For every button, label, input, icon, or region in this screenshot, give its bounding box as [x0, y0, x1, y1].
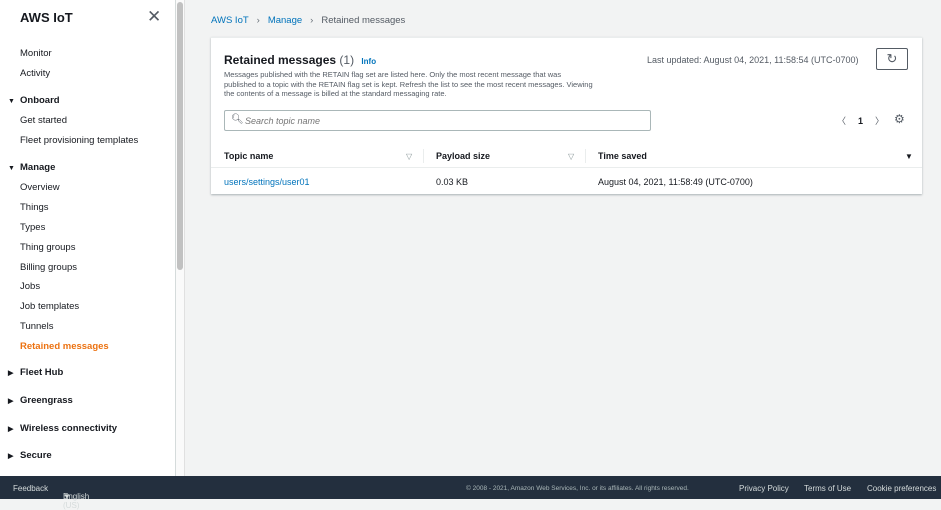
column-payload-size[interactable]: Payload size [436, 151, 490, 161]
sort-descending-icon[interactable]: ▼ [905, 152, 913, 161]
sidebar-item-get-started[interactable]: Get started [20, 115, 67, 126]
sidebar: AWS IoT ✕ Monitor Activity ▼ Onboard Get … [0, 0, 176, 476]
sidebar-title: AWS IoT [20, 10, 73, 25]
sidebar-item-fleet-provisioning[interactable]: Fleet provisioning templates [20, 135, 138, 146]
breadcrumb-manage[interactable]: Manage [268, 15, 302, 26]
title-text: Retained messages [224, 53, 337, 67]
caret-right-icon: ▶ [8, 398, 14, 405]
caret-right-icon: ▶ [8, 453, 14, 460]
page-title: Retained messages (1) Info [224, 53, 376, 67]
section-label: Fleet Hub [20, 367, 64, 378]
sidebar-item-things[interactable]: Things [20, 202, 49, 213]
main-content: AWS IoT › Manage › Retained messages Retaine… [186, 0, 941, 476]
privacy-policy-link[interactable]: Privacy Policy [739, 484, 789, 493]
breadcrumb-current: Retained messages [321, 15, 406, 26]
sidebar-item-thing-groups[interactable]: Thing groups [20, 242, 75, 253]
feedback-link[interactable]: Feedback [13, 484, 48, 493]
sidebar-item-monitor[interactable]: Monitor [20, 48, 52, 59]
sidebar-section-fleet-hub[interactable]: ▶ Fleet Hub [8, 367, 63, 378]
search-icon: 🔍︎ [231, 114, 244, 125]
item-count: (1) [339, 53, 355, 67]
pagination: 〈 1 〉 [831, 114, 890, 127]
prev-page-icon[interactable]: 〈 [837, 116, 846, 126]
section-label: Wireless connectivity [20, 423, 118, 434]
refresh-icon: ↻ [886, 51, 898, 66]
sidebar-item-retained-messages[interactable]: Retained messages [20, 341, 109, 352]
sidebar-section-manage[interactable]: ▼ Manage [8, 162, 55, 173]
sidebar-section-greengrass[interactable]: ▶ Greengrass [8, 395, 73, 406]
sidebar-item-overview[interactable]: Overview [20, 182, 60, 193]
page-number[interactable]: 1 [858, 116, 863, 126]
footer: Feedback English (US) ▼ © 2008 - 2021, A… [0, 476, 941, 510]
copyright: © 2008 - 2021, Amazon Web Services, Inc.… [466, 485, 689, 492]
table-row: users/settings/user01 0.03 KB August 04,… [211, 169, 922, 193]
refresh-button[interactable]: ↻ [876, 48, 908, 70]
section-label: Manage [20, 162, 56, 173]
sidebar-section-wireless[interactable]: ▶ Wireless connectivity [8, 423, 117, 434]
section-label: Greengrass [20, 395, 73, 406]
column-topic-name[interactable]: Topic name [224, 151, 273, 161]
sidebar-section-secure[interactable]: ▶ Secure [8, 450, 52, 461]
sidebar-item-jobs[interactable]: Jobs [20, 281, 40, 292]
sidebar-item-tunnels[interactable]: Tunnels [20, 321, 53, 332]
caret-right-icon: ▶ [8, 370, 14, 377]
sidebar-item-billing-groups[interactable]: Billing groups [20, 262, 77, 273]
breadcrumb-aws-iot[interactable]: AWS IoT [211, 15, 249, 26]
description: Messages published with the RETAIN flag … [224, 70, 593, 98]
sidebar-item-types[interactable]: Types [20, 222, 45, 233]
gear-icon[interactable]: ⚙ [894, 112, 905, 126]
sidebar-item-activity[interactable]: Activity [20, 68, 50, 79]
retained-messages-card: Retained messages (1) Info Messages publ… [211, 37, 922, 194]
table-header: Topic name ▽ Payload size ▽ Time saved ▼ [211, 144, 922, 168]
column-divider [423, 149, 424, 163]
sidebar-section-onboard[interactable]: ▼ Onboard [8, 95, 60, 106]
last-updated: Last updated: August 04, 2021, 11:58:54 … [647, 55, 859, 65]
sidebar-item-job-templates[interactable]: Job templates [20, 301, 79, 312]
chevron-right-icon: › [310, 15, 314, 26]
caret-right-icon: ▶ [8, 426, 14, 433]
close-icon[interactable]: ✕ [147, 7, 161, 27]
column-time-saved[interactable]: Time saved [598, 151, 647, 161]
topic-link[interactable]: users/settings/user01 [224, 177, 310, 187]
next-page-icon[interactable]: 〉 [875, 116, 884, 126]
sidebar-scrollbar-thumb[interactable] [177, 2, 183, 270]
caret-down-icon: ▼ [8, 98, 15, 105]
sort-icon[interactable]: ▽ [568, 152, 574, 161]
caret-down-icon: ▼ [63, 492, 71, 501]
column-divider [585, 149, 586, 163]
section-label: Secure [20, 450, 52, 461]
caret-down-icon: ▼ [8, 165, 15, 172]
chevron-right-icon: › [256, 15, 260, 26]
time-saved: August 04, 2021, 11:58:49 (UTC-0700) [598, 177, 753, 187]
cookie-preferences-link[interactable]: Cookie preferences [867, 484, 936, 493]
info-link[interactable]: Info [361, 57, 376, 66]
section-label: Onboard [20, 95, 60, 106]
payload-size: 0.03 KB [436, 177, 469, 187]
search-input[interactable] [245, 113, 635, 128]
terms-of-use-link[interactable]: Terms of Use [804, 484, 851, 493]
breadcrumb: AWS IoT › Manage › Retained messages [211, 15, 405, 26]
search-field[interactable]: 🔍︎ [224, 110, 651, 131]
sort-icon[interactable]: ▽ [406, 152, 412, 161]
